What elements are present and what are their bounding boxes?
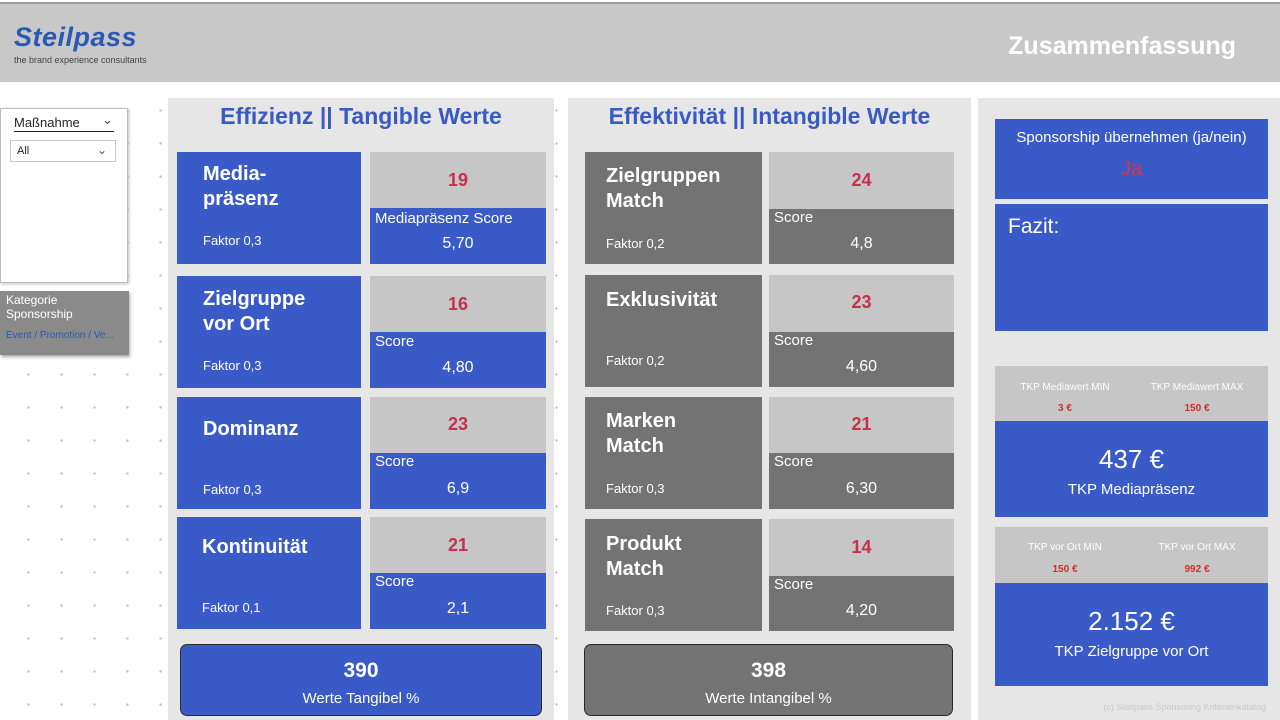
- tkp-media-min-label: TKP Mediawert MIN: [1020, 382, 1110, 393]
- tile-faktor: Faktor 0,3: [203, 358, 262, 373]
- tile-name: Zielgruppe vor Ort: [203, 288, 306, 335]
- tkp-media-label: TKP Mediapräsenz: [1067, 481, 1196, 498]
- score-value: 2,1: [446, 600, 470, 617]
- tile-faktor: Faktor 0,3: [606, 481, 665, 496]
- intangible-total-value: 398: [750, 659, 787, 682]
- score-value: 6,9: [446, 480, 470, 497]
- fazit-label: Fazit:: [1008, 215, 1060, 238]
- tkp-ort-min-label: TKP vor Ort MIN: [1028, 542, 1102, 553]
- tile-name: Dominanz: [203, 418, 299, 440]
- logo-tagline: the brand experience consultants: [14, 55, 147, 65]
- tile-faktor: Faktor 0,3: [203, 482, 262, 497]
- kategorie-label: Kategorie Sponsorship: [6, 293, 73, 321]
- score-value: 4,20: [845, 602, 878, 619]
- tkp-ort-min-value: 150 €: [1052, 564, 1078, 575]
- tkp-ort-value: 2.152 €: [1088, 606, 1175, 636]
- score-label: Score: [774, 576, 814, 593]
- score-top: 24: [851, 170, 872, 190]
- tile-name: Media- präsenz: [203, 163, 279, 210]
- kategorie-value: Event / Promotion / Ve...: [6, 330, 114, 341]
- tile-faktor: Faktor 0,2: [606, 236, 665, 251]
- tile-faktor: Faktor 0,1: [202, 600, 261, 615]
- tile-faktor: Faktor 0,2: [606, 353, 665, 368]
- tkp-media-max-value: 150 €: [1184, 403, 1210, 414]
- intangible-title: Effektivität || Intangible Werte: [608, 103, 931, 129]
- copyright: (c) Steilpass Sponsoring Kriterienkatalo…: [1103, 702, 1266, 712]
- score-value: 4,80: [442, 359, 474, 376]
- score-top: 23: [447, 414, 469, 434]
- slicer-title: Maßnahme: [14, 115, 114, 132]
- score-value: 4,60: [845, 358, 878, 375]
- tile-name: Marken Match: [606, 410, 677, 457]
- score-label: Score: [375, 333, 415, 350]
- score-top: 21: [851, 414, 872, 434]
- sponsorship-label: Sponsorship übernehmen (ja/nein): [1016, 129, 1247, 146]
- tkp-media-value: 437 €: [1098, 444, 1165, 474]
- score-value: 4,8: [850, 235, 873, 252]
- score-top: 14: [851, 537, 872, 557]
- tangible-title: Effizienz || Tangible Werte: [220, 103, 502, 129]
- score-label: Score: [774, 332, 814, 349]
- sponsorship-value: Ja: [1120, 158, 1143, 180]
- score-label: Score: [375, 573, 415, 590]
- score-top: 21: [447, 535, 469, 555]
- score-top: 23: [851, 292, 872, 312]
- tkp-media-max-label: TKP Mediawert MAX: [1150, 382, 1244, 393]
- score-label: Score: [774, 453, 814, 470]
- tile-name: Zielgruppen Match: [606, 165, 721, 212]
- score-label: Score: [375, 453, 415, 470]
- tile-name: Exklusivität: [606, 289, 718, 311]
- chevron-down-icon[interactable]: ⌄: [97, 143, 107, 157]
- tile-name: Produkt Match: [606, 533, 682, 580]
- score-value: 5,70: [442, 235, 474, 252]
- chevron-down-icon[interactable]: ⌄: [102, 112, 113, 128]
- logo: Steilpass: [14, 22, 138, 52]
- tile-faktor: Faktor 0,3: [203, 233, 262, 248]
- intangible-total-label: Werte Intangibel %: [705, 690, 832, 707]
- tangible-total-value: 390: [343, 659, 379, 682]
- tkp-ort-max-value: 992 €: [1184, 564, 1210, 575]
- tkp-media-min-value: 3 €: [1058, 403, 1072, 414]
- score-label: Mediapräsenz Score: [375, 210, 513, 227]
- tkp-ort-max-label: TKP vor Ort MAX: [1158, 542, 1236, 553]
- score-value: 6,30: [845, 480, 878, 497]
- tkp-ort-label: TKP Zielgruppe vor Ort: [1054, 643, 1209, 660]
- tile-name: Kontinuität: [202, 536, 308, 558]
- score-label: Score: [774, 209, 814, 226]
- tangible-total-label: Werte Tangibel %: [302, 690, 420, 707]
- score-top: 16: [447, 294, 469, 314]
- tile-faktor: Faktor 0,3: [606, 603, 665, 618]
- score-top: 19: [447, 170, 469, 190]
- massnahme-slicer: [0, 108, 128, 283]
- page-title: Zusammenfassung: [1008, 32, 1236, 60]
